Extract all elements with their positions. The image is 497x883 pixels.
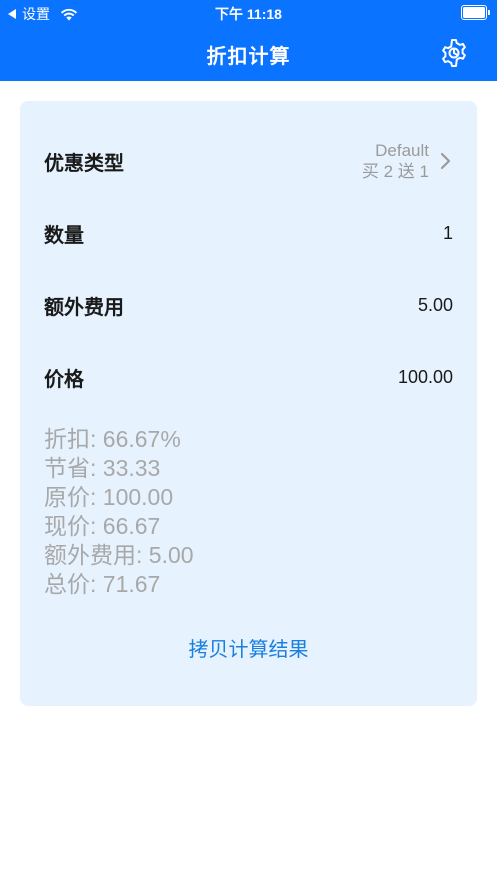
- result-summary: 折扣: 66.67% 节省: 33.33 原价: 100.00 现价: 66.6…: [44, 425, 194, 599]
- copy-result-button[interactable]: 拷贝计算结果: [20, 633, 477, 662]
- extra-fee-row[interactable]: 额外费用 5.00: [44, 285, 453, 325]
- price-field[interactable]: 100.00: [398, 367, 453, 388]
- discount-type-label: 优惠类型: [44, 152, 124, 175]
- summary-original-price: 原价: 100.00: [44, 484, 174, 510]
- summary-extra-fee: 额外费用: 5.00: [44, 542, 194, 568]
- status-bar: 设置 下午 11:18: [0, 0, 497, 26]
- extra-fee-field[interactable]: 5.00: [418, 295, 453, 316]
- quantity-row[interactable]: 数量 1: [44, 213, 453, 253]
- calculator-card: 优惠类型 Default 买 2 送 1 数量 1 额外费用 5.00 价格 1…: [20, 101, 477, 706]
- navigation-header: 设置 下午 11:18 折扣计算: [0, 0, 497, 81]
- summary-discount: 折扣: 66.67%: [44, 426, 181, 452]
- discount-type-value: Default: [375, 141, 429, 160]
- status-time: 下午 11:18: [215, 6, 282, 22]
- discount-type-row[interactable]: 优惠类型 Default 买 2 送 1: [44, 141, 453, 181]
- chevron-right-icon: [440, 152, 451, 170]
- summary-saved: 节省: 33.33: [44, 455, 161, 481]
- quantity-field[interactable]: 1: [443, 223, 453, 244]
- summary-total-price: 总价: 71.67: [44, 571, 161, 597]
- page-title: 折扣计算: [206, 46, 291, 68]
- extra-fee-label: 额外费用: [44, 296, 124, 319]
- price-row[interactable]: 价格 100.00: [44, 357, 453, 397]
- discount-type-value-group: Default 买 2 送 1: [362, 140, 453, 182]
- quantity-label: 数量: [44, 224, 84, 247]
- summary-current-price: 现价: 66.67: [44, 513, 161, 539]
- battery-icon: [461, 5, 490, 20]
- gear-icon: [442, 39, 466, 67]
- discount-type-detail: 买 2 送 1: [361, 162, 429, 181]
- settings-button[interactable]: [439, 38, 469, 68]
- price-label: 价格: [44, 368, 84, 391]
